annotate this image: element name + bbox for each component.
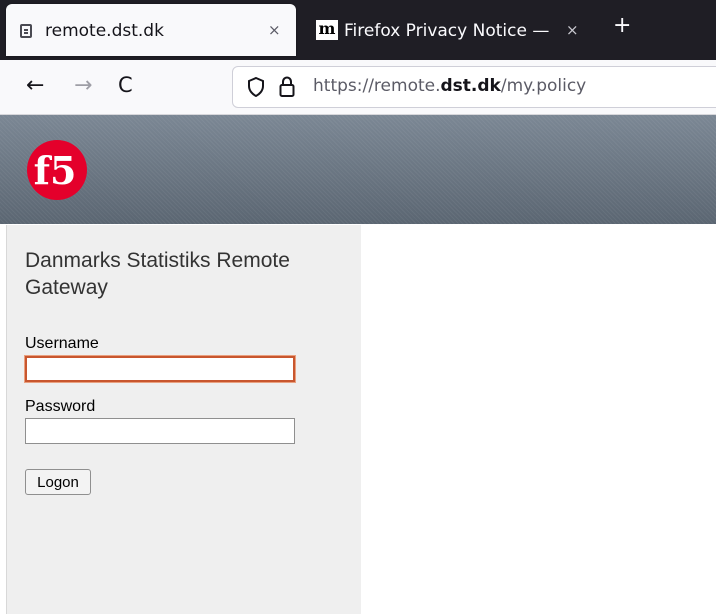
shield-icon[interactable]: [247, 77, 265, 97]
lock-icon[interactable]: [279, 76, 295, 98]
forward-arrow-icon[interactable]: →: [74, 73, 92, 98]
close-tab-icon[interactable]: ×: [566, 21, 579, 39]
gateway-title: Danmarks Statistiks Remote Gateway: [25, 249, 290, 299]
tab-remote-dst[interactable]: remote.dst.dk ×: [6, 4, 296, 56]
f5-logo: f5: [27, 140, 87, 200]
password-field[interactable]: [25, 418, 295, 444]
header-banner: f5: [0, 115, 716, 224]
nav-toolbar: ← → C https://remote.dst.dk/my.policy: [0, 60, 716, 115]
reload-icon[interactable]: C: [118, 73, 133, 97]
password-label: Password: [25, 398, 96, 415]
back-arrow-icon[interactable]: ←: [26, 73, 44, 98]
new-tab-plus-icon[interactable]: +: [613, 13, 631, 38]
url-text[interactable]: https://remote.dst.dk/my.policy: [313, 76, 586, 96]
username-label: Username: [25, 335, 99, 352]
svg-text:f5: f5: [34, 148, 77, 193]
url-bar[interactable]: https://remote.dst.dk/my.policy: [232, 66, 716, 108]
page-icon: [20, 24, 32, 38]
tab-title: Firefox Privacy Notice —: [344, 21, 550, 41]
logon-button[interactable]: Logon: [25, 469, 91, 495]
close-tab-icon[interactable]: ×: [268, 21, 281, 39]
tab-bar: remote.dst.dk × m Firefox Privacy Notice…: [0, 0, 716, 60]
login-panel: Danmarks Statistiks Remote Gateway Usern…: [6, 225, 361, 614]
username-field[interactable]: [25, 356, 295, 382]
tab-firefox-privacy[interactable]: m Firefox Privacy Notice — ×: [302, 4, 588, 56]
mozilla-m-icon: m: [316, 20, 338, 40]
tab-title: remote.dst.dk: [45, 21, 164, 41]
